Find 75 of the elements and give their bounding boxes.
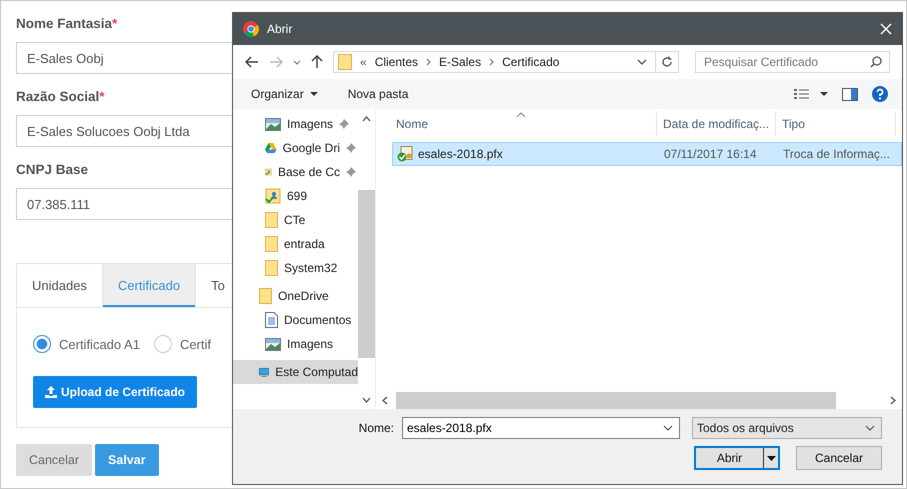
folder-icon [265,260,278,276]
form-button[interactable]: Cancelar [16,444,92,476]
chevron-down-icon[interactable] [362,397,371,403]
field-label: CNPJ Base [16,162,88,179]
filename-label: Nome: [358,421,394,435]
radio-button[interactable] [154,335,172,353]
folder-icon [338,54,352,70]
field-label: Nome Fantasia [16,16,112,33]
search-icon [870,56,882,68]
navigation-item[interactable]: 699 [233,184,358,208]
column-header[interactable]: Tipo [776,111,896,137]
radio-label: Certif [180,336,211,352]
chevron-down-icon[interactable] [293,60,301,64]
new-folder-button[interactable]: Nova pasta [340,85,416,103]
required-mark: * [112,16,118,33]
close-icon[interactable] [880,23,892,35]
caret-icon [766,456,776,460]
navigation-item[interactable]: Imagens [233,112,358,136]
navigation-item[interactable]: Base de Cc [233,160,358,184]
chevron-right-icon [426,58,432,66]
folder-icon [259,288,272,304]
file-type-dropdown[interactable]: Todos os arquivos [692,417,882,439]
preview-pane-icon[interactable] [842,88,858,100]
file-date: 07/11/2017 16:14 [663,147,758,161]
breadcrumb-item[interactable]: Clientes [374,55,418,69]
folder-icon [265,212,278,228]
pictures-icon [265,118,281,130]
search-field[interactable]: Pesquisar Certificado [695,51,890,73]
refresh-icon [661,56,673,68]
view-options-icon[interactable] [794,88,828,100]
browser-logo-icon [243,21,259,37]
chevron-right-icon[interactable] [890,396,896,405]
chevron-down-icon [663,425,673,431]
column-header[interactable]: Nome [376,111,657,137]
back-arrow-icon[interactable] [245,56,259,68]
certificate-icon [397,146,413,162]
open-button[interactable]: Abrir [694,446,780,470]
chevron-down-icon[interactable] [637,59,647,65]
file-type: Troca de Informaç... [782,147,891,161]
pictures-icon [265,338,281,350]
upload-icon [45,386,57,398]
file-row[interactable]: esales-2018.pfx 07/11/2017 16:14 Troca de Informaç... [392,142,902,166]
window-title: Abrir [267,22,294,36]
navigation-item[interactable]: CTe [233,208,358,232]
navigation-item[interactable]: Este Computad [233,360,358,384]
address-bar[interactable]: « Clientes E-Sales Certificado [333,51,679,73]
navigation-item[interactable]: Google Dri [233,136,358,160]
breadcrumb-item[interactable]: Certificado [502,55,560,69]
chevron-up-icon[interactable] [362,116,371,122]
shared-folder-icon [265,188,281,204]
document-icon [265,312,278,328]
drive-icon [265,141,277,155]
chevron-left-icon[interactable] [382,396,388,405]
required-mark: * [99,89,105,106]
column-header[interactable]: Data de modificaç... [657,111,776,137]
field-label: Razão Social [16,89,100,106]
caret-icon [310,92,318,96]
file-name: esales-2018.pfx [418,147,503,161]
filename-field[interactable]: esales-2018.pfx [402,417,680,439]
help-icon[interactable] [872,86,888,102]
navigation-item[interactable]: Imagens [233,332,358,356]
radio-label: Certificado A1 [59,336,140,352]
chevron-right-icon [489,58,494,66]
chevron-down-icon [865,425,875,431]
navigation-item[interactable]: Documentos [233,308,358,332]
navigation-item[interactable]: entrada [233,232,358,256]
breadcrumb-item[interactable]: E-Sales [439,55,482,69]
up-arrow-icon[interactable] [311,55,323,69]
breadcrumb-overflow[interactable]: « [360,55,367,69]
radio-button[interactable] [33,335,51,353]
cancel-button[interactable]: Cancelar [796,446,882,470]
folder-icon [265,236,278,252]
upload-button[interactable]: Upload de Certificado [33,376,198,408]
organize-menu[interactable]: Organizar [243,85,326,103]
sort-caret-icon [516,112,526,117]
